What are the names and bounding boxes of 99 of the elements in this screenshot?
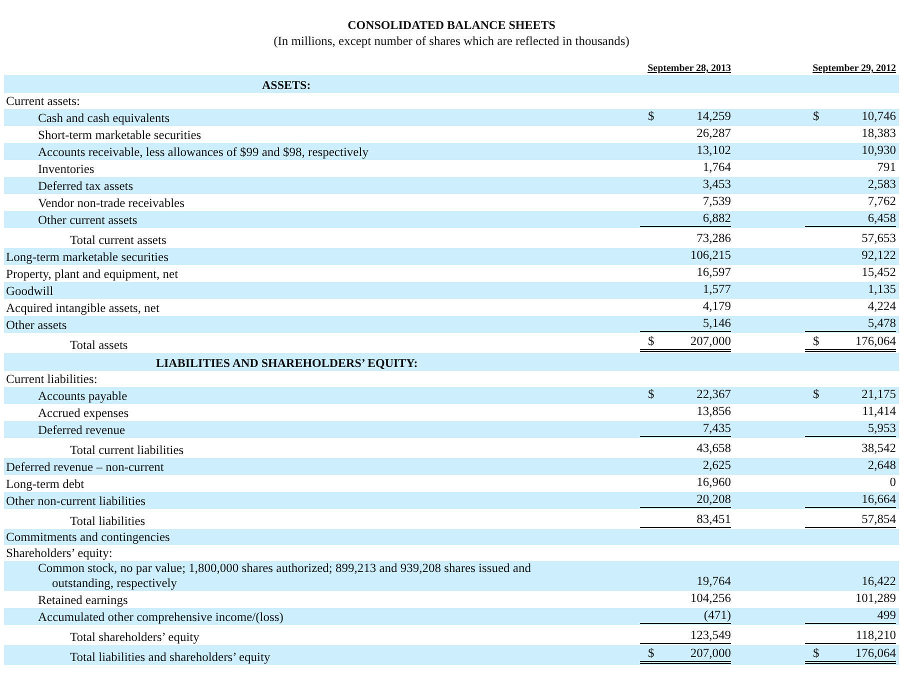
amount: 92,122	[862, 248, 896, 263]
amount: 13,856	[696, 404, 731, 419]
group-label: Shareholders’ equity:	[5, 546, 114, 561]
amount: 19,764	[696, 574, 731, 589]
amount: 101,289	[855, 591, 896, 606]
row-label: Other current assets	[37, 213, 138, 228]
row-label: Accrued expenses	[37, 406, 130, 421]
amount: 83,451	[696, 512, 731, 527]
currency-symbol: $	[648, 387, 654, 402]
row-label: Accounts receivable, less allowances of $99 and $98, respectively	[37, 145, 370, 160]
total-label: Total current assets	[69, 233, 168, 248]
amount: 16,664	[862, 492, 896, 507]
section-heading: ASSETS:	[262, 78, 311, 93]
total-label: Total liabilities	[69, 514, 146, 529]
row-label: Other non-current liabilities	[5, 494, 147, 509]
amount: 22,367	[696, 387, 731, 402]
currency-symbol: $	[813, 646, 820, 661]
column-header: September 29, 2012	[812, 63, 896, 75]
report-subtitle: (In millions, except number of shares which are reflected in thousands)	[272, 33, 630, 49]
amount: 16,422	[862, 574, 896, 589]
amount: 207,000	[690, 646, 731, 661]
currency-symbol: $	[648, 334, 654, 349]
total-label: Total current liabilities	[69, 443, 185, 458]
amount: 10,746	[862, 109, 896, 124]
amount: 118,210	[856, 628, 896, 643]
amount: 499	[877, 608, 896, 623]
amount: 16,597	[696, 265, 731, 280]
amount: 106,215	[690, 248, 731, 263]
amount: 20,208	[696, 492, 731, 507]
currency-symbol: $	[648, 109, 654, 124]
currency-symbol: $	[813, 387, 820, 402]
amount: 2,625	[702, 458, 731, 473]
amount: 21,175	[862, 387, 896, 402]
section-heading: LIABILITIES AND SHAREHOLDERS’ EQUITY:	[156, 356, 418, 371]
amount: 6,458	[868, 211, 896, 226]
row-label: Deferred tax assets	[37, 179, 134, 194]
amount: 10,930	[862, 143, 896, 158]
amount: 15,452	[862, 265, 896, 280]
amount: 2,583	[868, 177, 896, 192]
amount: 7,539	[702, 194, 731, 209]
amount: 4,179	[702, 299, 731, 314]
amount: 14,259	[696, 109, 731, 124]
row-label: Short-term marketable securities	[37, 128, 202, 143]
report-title: CONSOLIDATED BALANCE SHEETS	[346, 17, 556, 33]
amount: 1,764	[702, 160, 731, 175]
amount: 57,653	[862, 231, 896, 246]
amount: 11,414	[862, 404, 896, 419]
row-label: Other assets	[5, 318, 68, 333]
amount: 57,854	[862, 512, 896, 527]
amount: 207,000	[690, 334, 731, 349]
total-label: Total assets	[69, 338, 129, 353]
amount: 6,882	[702, 211, 731, 226]
row-label: Long-term debt	[5, 477, 86, 492]
row-label: Accumulated other comprehensive income/(loss)	[37, 610, 284, 625]
currency-symbol: $	[648, 646, 654, 661]
amount: 104,256	[690, 591, 731, 606]
row-label: Cash and cash equivalents	[37, 111, 171, 126]
amount: 43,658	[696, 441, 731, 456]
group-label: Current assets:	[5, 94, 81, 109]
amount: 1,135	[868, 282, 896, 297]
row-label: Commitments and contingencies	[5, 530, 171, 545]
row-label: Retained earnings	[37, 593, 129, 608]
amount: 26,287	[696, 126, 731, 141]
amount: 38,542	[862, 441, 896, 456]
row-label: Common stock, no par value; 1,800,000 shares authorized; 899,213 and 939,208 shares issued and outstanding, respectively	[37, 561, 532, 591]
total-label: Total shareholders’ equity	[69, 630, 200, 645]
row-label: Inventories	[37, 162, 96, 177]
row-label: Deferred revenue	[37, 423, 126, 438]
amount: (471)	[704, 608, 731, 623]
amount: 176,064	[855, 646, 896, 661]
amount: 7,435	[702, 421, 731, 436]
amount: 7,762	[868, 194, 896, 209]
amount: 13,102	[696, 143, 731, 158]
total-label: Total liabilities and shareholders’ equity	[69, 650, 272, 665]
column-header: September 28, 2013	[648, 63, 731, 75]
row-label: Accounts payable	[37, 389, 128, 404]
currency-symbol: $	[813, 109, 820, 124]
row-label: Acquired intangible assets, net	[5, 301, 160, 316]
currency-symbol: $	[813, 334, 820, 349]
amount: 5,953	[868, 421, 896, 436]
row-label: Goodwill	[5, 284, 54, 299]
amount: 16,960	[696, 475, 731, 490]
amount: 791	[877, 160, 896, 175]
amount: 5,478	[868, 316, 896, 331]
row-label: Deferred revenue – non-current	[5, 460, 165, 475]
amount: 123,549	[690, 628, 731, 643]
amount: 18,383	[862, 126, 896, 141]
row-label: Long-term marketable securities	[5, 250, 170, 265]
amount: 5,146	[702, 316, 731, 331]
amount: 0	[890, 475, 896, 490]
row-label: Property, plant and equipment, net	[5, 267, 180, 282]
amount: 4,224	[868, 299, 896, 314]
group-label: Current liabilities:	[5, 372, 98, 387]
amount: 176,064	[855, 334, 896, 349]
amount: 73,286	[696, 231, 731, 246]
amount: 2,648	[868, 458, 896, 473]
amount: 1,577	[702, 282, 731, 297]
amount: 3,453	[702, 177, 731, 192]
row-label: Vendor non-trade receivables	[37, 196, 186, 211]
